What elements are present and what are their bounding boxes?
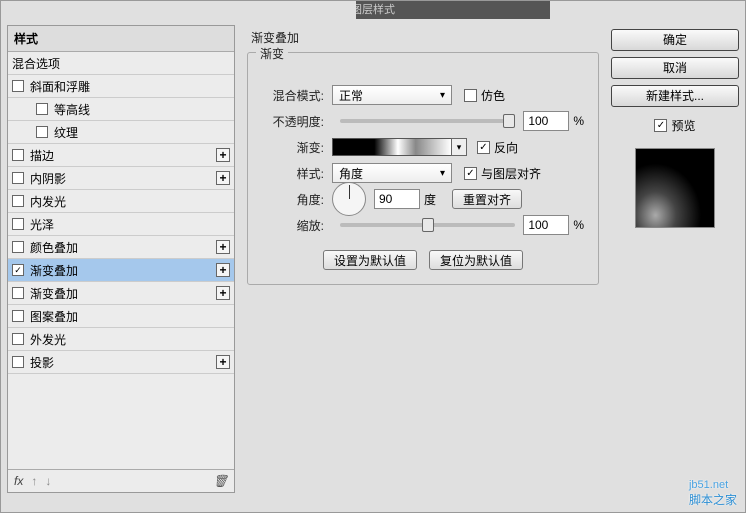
reset-align-button[interactable]: 重置对齐 (452, 189, 522, 209)
styles-list-panel: 样式 混合选项 斜面和浮雕 等高线 纹理 描边+ 内阴影+ 内发光 光泽 颜色叠… (7, 25, 235, 493)
cancel-button[interactable]: 取消 (611, 57, 739, 79)
reverse-checkbox[interactable] (477, 141, 490, 154)
style-item-pattern-overlay[interactable]: 图案叠加 (8, 305, 234, 328)
add-icon[interactable]: + (216, 148, 230, 162)
style-item-stroke[interactable]: 描边+ (8, 144, 234, 167)
checkbox[interactable] (12, 264, 24, 276)
style-item-bevel[interactable]: 斜面和浮雕 (8, 75, 234, 98)
dither-checkbox[interactable] (464, 89, 477, 102)
style-item-drop-shadow[interactable]: 投影+ (8, 351, 234, 374)
fx-icon[interactable]: fx (14, 474, 23, 488)
reset-default-button[interactable]: 复位为默认值 (429, 250, 523, 270)
gradient-fieldset: 渐变 混合模式: 正常▾ 仿色 不透明度: % 渐变: (247, 52, 599, 285)
action-panel: 确定 取消 新建样式... 预览 (611, 25, 739, 493)
styles-header[interactable]: 样式 (8, 26, 234, 52)
checkbox[interactable] (12, 149, 24, 161)
checkbox[interactable] (12, 80, 24, 92)
add-icon[interactable]: + (216, 263, 230, 277)
reverse-label: 反向 (494, 139, 518, 156)
checkbox[interactable] (36, 126, 48, 138)
settings-panel: 渐变叠加 渐变 混合模式: 正常▾ 仿色 不透明度: % 渐变: (241, 25, 605, 493)
make-default-button[interactable]: 设置为默认值 (323, 250, 417, 270)
fieldset-legend: 渐变 (256, 45, 288, 62)
titlebar-left-bg (1, 1, 356, 19)
scale-slider[interactable] (340, 223, 515, 227)
arrow-down-icon[interactable]: ↓ (45, 474, 51, 488)
chevron-down-icon: ▾ (440, 90, 445, 101)
chevron-down-icon: ▾ (440, 168, 445, 179)
trash-icon[interactable]: 🗑 (213, 474, 228, 488)
blend-options-row[interactable]: 混合选项 (8, 52, 234, 75)
checkbox[interactable] (12, 333, 24, 345)
checkbox[interactable] (12, 356, 24, 368)
gradient-dropdown[interactable]: ▾ (451, 138, 467, 156)
style-item-inner-shadow[interactable]: 内阴影+ (8, 167, 234, 190)
style-item-contour[interactable]: 等高线 (8, 98, 234, 121)
gradient-label: 渐变: (262, 139, 324, 156)
gradient-preview[interactable] (332, 138, 452, 156)
checkbox[interactable] (12, 241, 24, 253)
angle-dial[interactable] (332, 182, 366, 216)
checkbox[interactable] (12, 195, 24, 207)
arrow-up-icon[interactable]: ↑ (31, 474, 37, 488)
panel-title: 渐变叠加 (251, 29, 599, 46)
add-icon[interactable]: + (216, 355, 230, 369)
opacity-slider[interactable] (340, 119, 515, 123)
blend-mode-label: 混合模式: (262, 87, 324, 104)
ok-button[interactable]: 确定 (611, 29, 739, 51)
style-item-color-overlay[interactable]: 颜色叠加+ (8, 236, 234, 259)
preview-label: 预览 (671, 117, 695, 134)
align-label: 与图层对齐 (481, 165, 541, 182)
add-icon[interactable]: + (216, 171, 230, 185)
add-icon[interactable]: + (216, 240, 230, 254)
new-style-button[interactable]: 新建样式... (611, 85, 739, 107)
style-item-satin[interactable]: 光泽 (8, 213, 234, 236)
preview-checkbox[interactable] (654, 119, 667, 132)
style-item-texture[interactable]: 纹理 (8, 121, 234, 144)
style-item-gradient-overlay[interactable]: 渐变叠加+ (8, 259, 234, 282)
preview-thumbnail (635, 148, 715, 228)
checkbox[interactable] (12, 172, 24, 184)
angle-label: 角度: (262, 191, 324, 208)
align-checkbox[interactable] (464, 167, 477, 180)
scale-label: 缩放: (262, 217, 324, 234)
style-item-outer-glow[interactable]: 外发光 (8, 328, 234, 351)
layer-style-dialog: 图层样式 样式 混合选项 斜面和浮雕 等高线 纹理 描边+ 内阴影+ 内发光 光… (0, 0, 746, 513)
style-item-inner-glow[interactable]: 内发光 (8, 190, 234, 213)
blend-mode-select[interactable]: 正常▾ (332, 85, 452, 105)
checkbox[interactable] (12, 310, 24, 322)
scale-input[interactable] (523, 215, 569, 235)
dither-label: 仿色 (481, 87, 505, 104)
checkbox[interactable] (36, 103, 48, 115)
watermark: jb51.net 脚本之家 (689, 479, 737, 508)
styles-footer: fx ↑ ↓ 🗑 (8, 469, 234, 492)
style-select[interactable]: 角度▾ (332, 163, 452, 183)
opacity-label: 不透明度: (262, 113, 324, 130)
opacity-input[interactable] (523, 111, 569, 131)
checkbox[interactable] (12, 218, 24, 230)
style-label: 样式: (262, 165, 324, 182)
checkbox[interactable] (12, 287, 24, 299)
titlebar-right-bg (550, 1, 745, 19)
angle-input[interactable] (374, 189, 420, 209)
add-icon[interactable]: + (216, 286, 230, 300)
style-item-gradient-overlay-2[interactable]: 渐变叠加+ (8, 282, 234, 305)
